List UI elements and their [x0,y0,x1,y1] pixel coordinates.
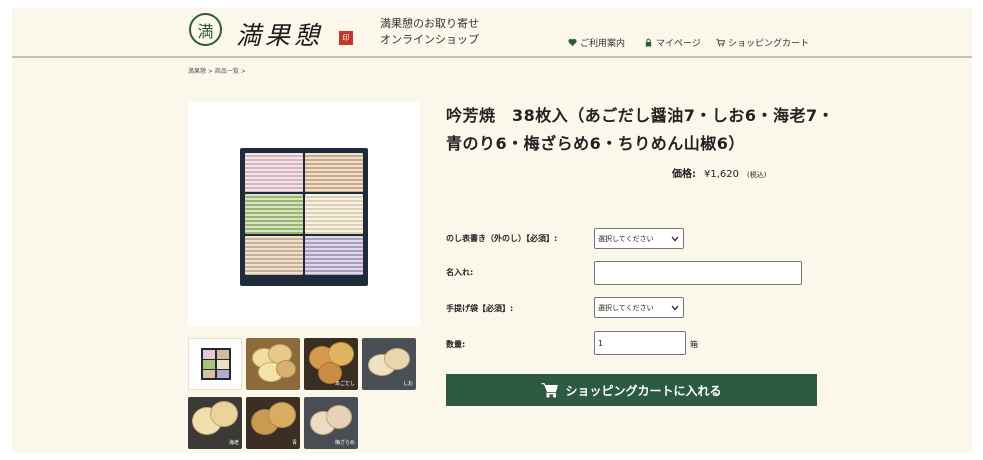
breadcrumb[interactable]: 満果憩 > 商品一覧 > [188,66,246,75]
thumbnail-umezarame[interactable]: 梅ざらめ [304,397,358,449]
thumbnail-label: 梅ざらめ [334,440,355,446]
cracker-stack-cream [305,194,363,234]
name-input[interactable] [594,261,802,285]
quantity-input[interactable] [594,331,686,355]
cracker-stack-green [245,194,303,234]
thumbnail-label: 海老 [228,440,239,446]
heart-icon [568,38,577,47]
thumbnail-label: 青 [291,440,297,446]
cracker-stack-tan-2 [245,235,303,275]
price-row: 価格: ¥1,620 (税込) [672,165,766,180]
site-header: 満 満果憩 印 満果憩のお取り寄せ オンラインショップ ご利用案内 マイページ … [12,8,972,56]
page: 満 満果憩 印 満果憩のお取り寄せ オンラインショップ ご利用案内 マイページ … [12,8,972,453]
noshi-label: のし表書き（外のし）【必須】: [446,234,558,243]
product-main-image[interactable] [188,102,420,326]
header-divider [12,56,972,58]
thumbnail-ebi[interactable]: 海老 [188,397,242,449]
logo-mark[interactable]: 満 [189,13,222,46]
nav-guide-link[interactable]: ご利用案内 [568,36,625,49]
thumbnail-label: あごだし [334,381,355,387]
thumbnail-aonori[interactable]: 青 [246,397,300,449]
chevron-down-icon [671,305,679,311]
cracker-stack-tan [305,153,363,193]
thumbnail-label: しお [402,381,413,387]
noshi-select[interactable]: 選択してください [594,228,684,249]
price-label: 価格: [672,169,696,180]
price-tax-note: (税込) [747,171,767,179]
bag-select-value: 選択してください [598,303,654,312]
noshi-select-value: 選択してください [598,234,654,243]
logo[interactable]: 満果憩 [236,16,323,52]
product-box-illustration [240,148,368,286]
cart-icon [716,38,725,47]
quantity-unit: 箱 [690,340,698,349]
add-to-cart-label: ショッピングカートに入れる [565,383,722,398]
add-to-cart-button[interactable]: ショッピングカートに入れる [446,374,817,406]
thumbnail-agodashi[interactable]: あごだし [304,338,358,390]
bag-select[interactable]: 選択してください [594,297,684,318]
nav-cart-label: ショッピングカート [728,39,810,49]
chevron-down-icon [671,236,679,242]
nav-cart-link[interactable]: ショッピングカート [716,36,809,49]
product-title: 吟芳焼 38枚入（あごだし醤油7・しお6・海老7・青のり6・梅ざらめ6・ちりめん… [446,106,835,153]
tagline-line-1: 満果憩のお取り寄せ [380,17,479,30]
bag-label: 手提げ袋【必須】: [446,304,514,313]
quantity-label: 数量: [446,340,466,349]
lock-icon [645,38,652,47]
cart-icon [541,383,559,398]
thumbnail-shio[interactable]: しお [362,338,416,390]
nav-mypage-label: マイページ [656,39,701,49]
tagline-line-2: オンラインショップ [380,33,479,46]
cracker-stack-pink [245,153,303,193]
nav-mypage-link[interactable]: マイページ [644,36,701,49]
site-tagline: 満果憩のお取り寄せ オンラインショップ [380,16,479,48]
cracker-stack-lavender [305,235,363,275]
price-value: ¥1,620 [704,169,739,180]
nav-guide-label: ご利用案内 [580,39,626,49]
thumbnail-box[interactable] [188,338,242,390]
name-label: 名入れ: [446,268,474,277]
logo-seal: 印 [339,31,353,45]
thumbnail-assortment[interactable] [246,338,300,390]
